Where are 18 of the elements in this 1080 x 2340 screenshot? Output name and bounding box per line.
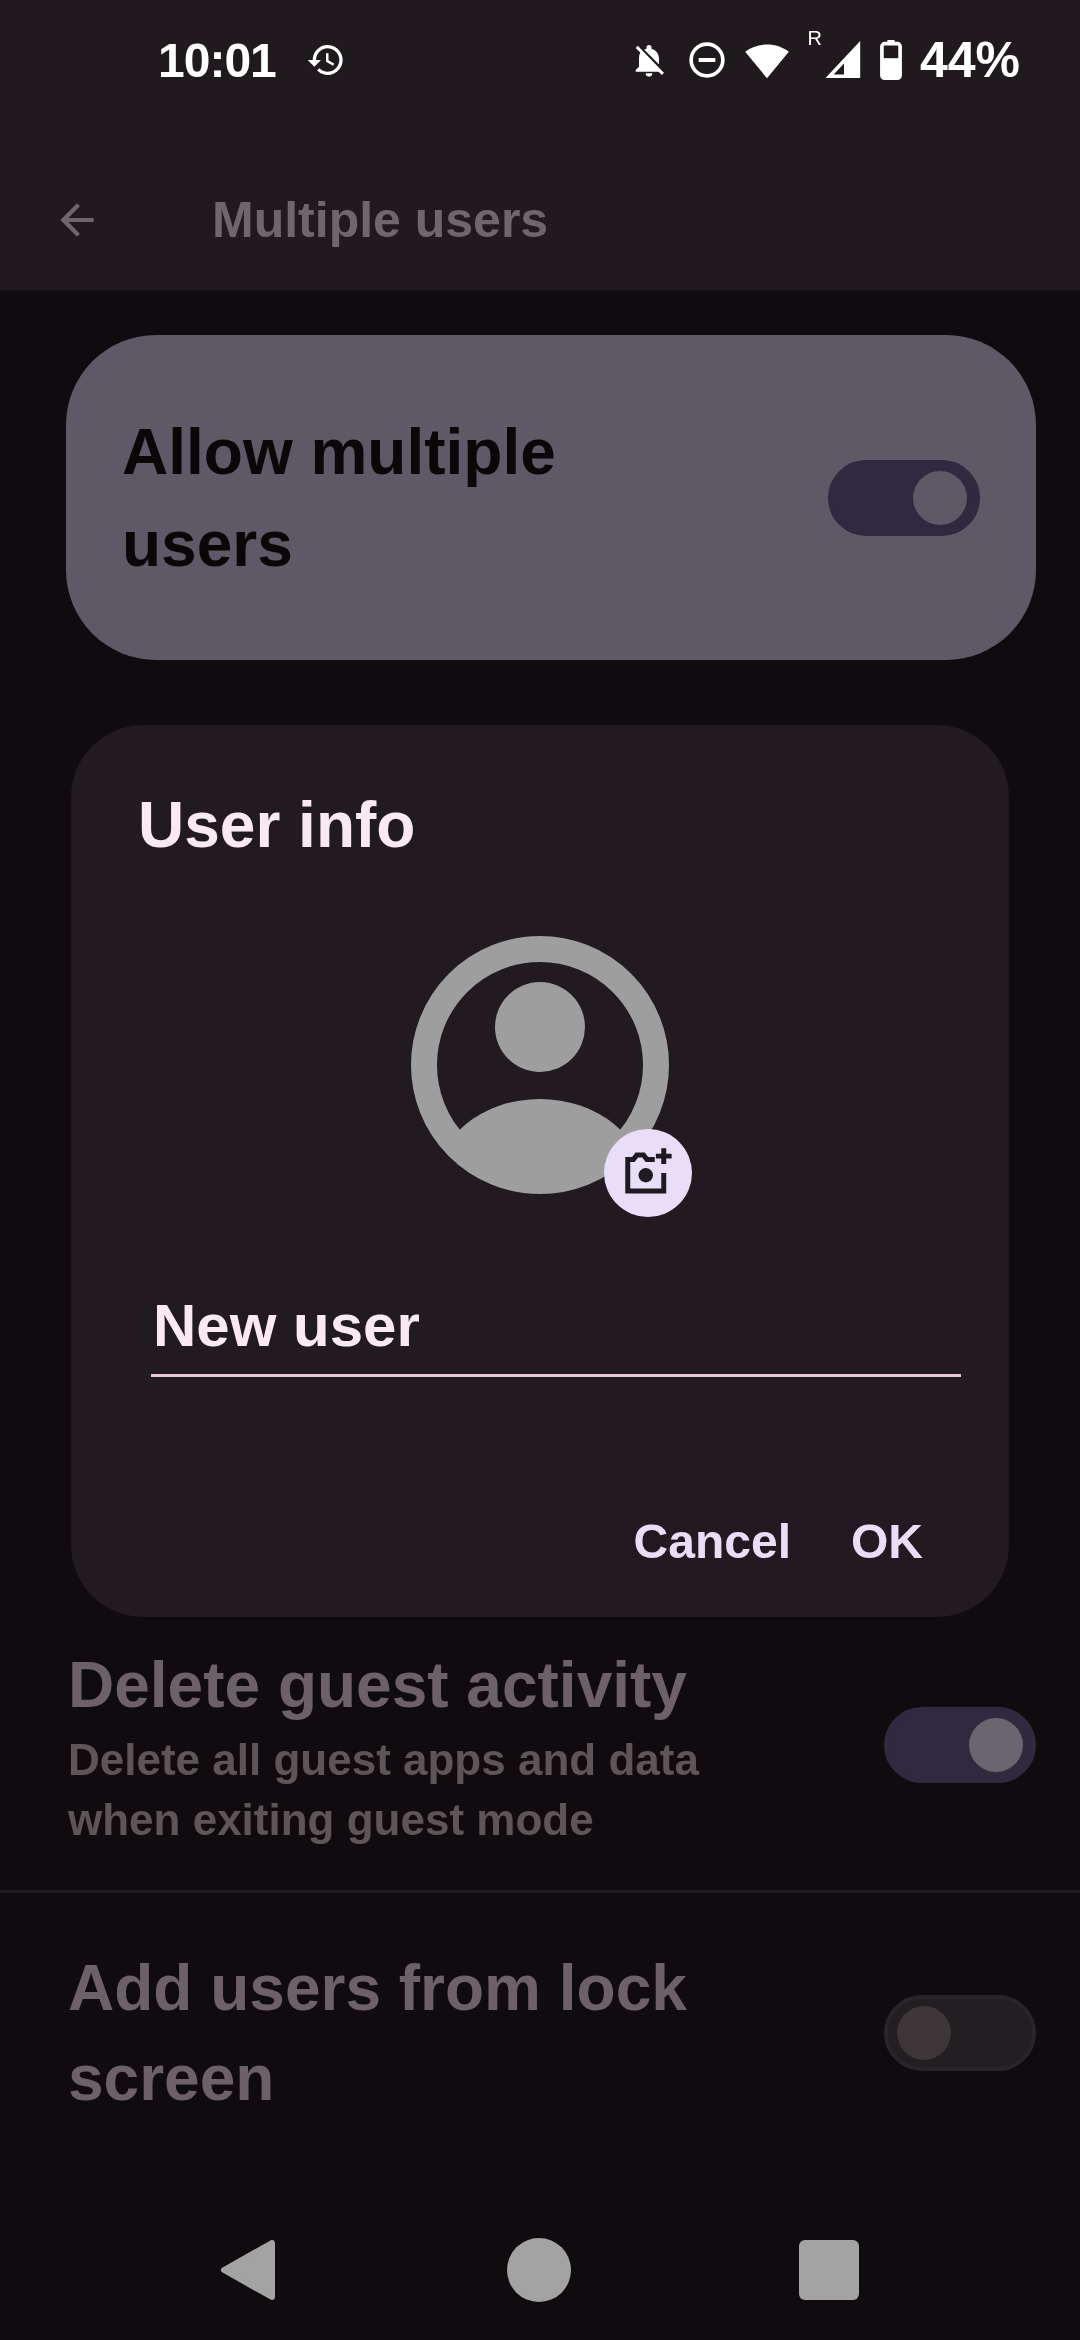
setting-description: Delete all guest apps and data when exiting guest mode: [68, 1734, 701, 1846]
clock: 10:01: [158, 32, 276, 88]
dialog-title: User info: [138, 788, 417, 863]
toggle-label: Allow multiple users: [122, 414, 557, 582]
name-input-field[interactable]: New user: [151, 1277, 961, 1377]
cancel-button[interactable]: Cancel: [613, 1500, 811, 1583]
do-not-disturb-icon: [687, 40, 728, 80]
setting-title: Add users from lock screen: [68, 1951, 688, 2116]
ok-button[interactable]: OK: [831, 1500, 943, 1583]
home-icon[interactable]: [504, 2235, 574, 2305]
battery-percentage: 44%: [919, 31, 1020, 89]
screen-title: Multiple users: [212, 191, 549, 249]
roaming-indicator: R: [807, 27, 822, 50]
setting-title: Delete guest activity: [68, 1648, 688, 1723]
signal-icon: [825, 40, 862, 80]
avatar-icon[interactable]: [410, 935, 670, 1195]
battery-icon: [879, 40, 902, 80]
recents-icon[interactable]: [798, 2239, 860, 2301]
